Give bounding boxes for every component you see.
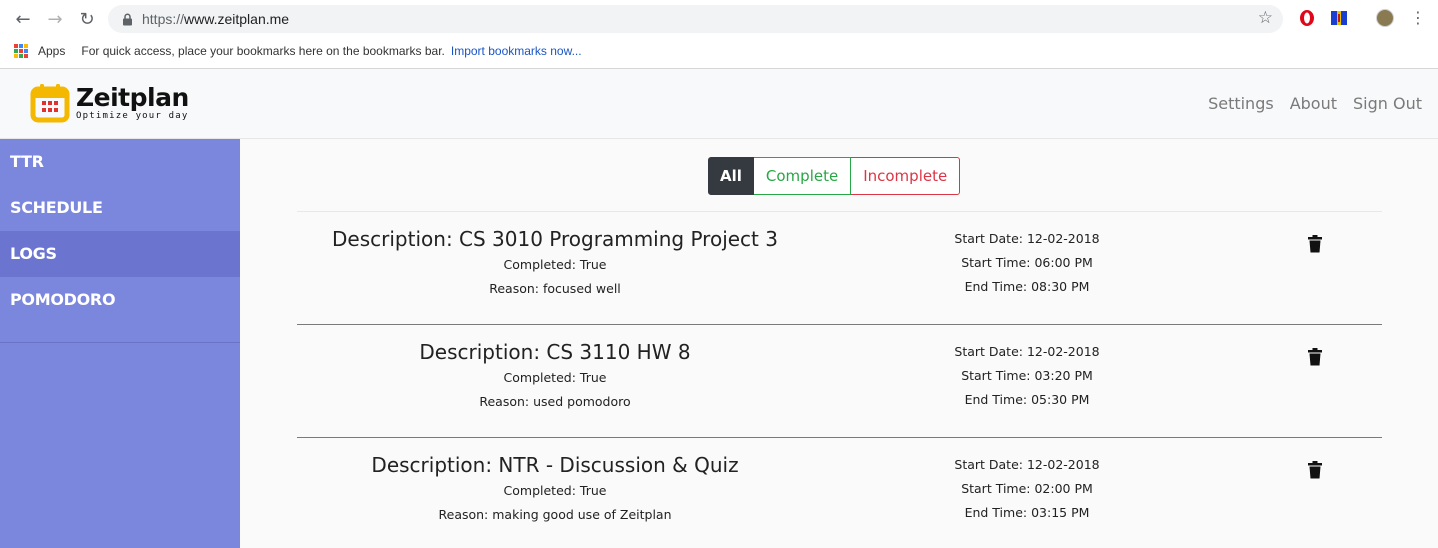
log-divider xyxy=(297,324,1382,325)
bookmark-star-icon[interactable]: ☆ xyxy=(1258,8,1273,28)
sidebar-item-ttr[interactable]: TTR xyxy=(0,139,240,185)
log-times: Start Date: 12-02-2018 Start Time: 06:00… xyxy=(927,227,1127,299)
url-text: https://www.zeitplan.me xyxy=(142,11,289,27)
apps-link[interactable]: Apps xyxy=(38,44,65,58)
log-details: Description: CS 3110 HW 8 Completed: Tru… xyxy=(297,338,813,414)
brand-tagline: Optimize your day xyxy=(76,111,189,121)
filter-complete-button[interactable]: Complete xyxy=(753,157,852,195)
browser-chrome: ← → ↻ https://www.zeitplan.me ☆ ⋮ Apps F… xyxy=(0,0,1438,69)
log-description: Description: NTR - Discussion & Quiz xyxy=(371,453,739,477)
bookmarks-tip: For quick access, place your bookmarks h… xyxy=(81,44,445,58)
browser-nav-buttons: ← → ↻ xyxy=(10,8,100,30)
import-bookmarks-link[interactable]: Import bookmarks now... xyxy=(451,44,582,58)
top-nav: Settings About Sign Out xyxy=(1208,94,1422,113)
profile-avatar[interactable] xyxy=(1376,9,1394,27)
log-description: Description: CS 3010 Programming Project… xyxy=(332,227,778,251)
lock-icon xyxy=(120,12,134,26)
log-times: Start Date: 12-02-2018 Start Time: 03:20… xyxy=(927,340,1127,412)
main-content: All Complete Incomplete Description: CS … xyxy=(240,140,1438,548)
log-start-date: Start Date: 12-02-2018 xyxy=(954,231,1100,246)
log-details: Description: NTR - Discussion & Quiz Com… xyxy=(297,451,813,527)
log-end-time: End Time: 03:15 PM xyxy=(964,505,1090,520)
log-start-date: Start Date: 12-02-2018 xyxy=(954,344,1100,359)
trash-icon[interactable] xyxy=(1307,461,1323,479)
nav-settings-link[interactable]: Settings xyxy=(1208,94,1274,113)
sidebar-item-pomodoro[interactable]: POMODORO xyxy=(0,277,240,323)
log-start-time: Start Time: 03:20 PM xyxy=(961,368,1093,383)
log-start-time: Start Time: 02:00 PM xyxy=(961,481,1093,496)
sidebar-item-logs[interactable]: LOGS xyxy=(0,231,240,277)
extension-flag-icon[interactable] xyxy=(1330,9,1348,27)
log-times: Start Date: 12-02-2018 Start Time: 02:00… xyxy=(927,453,1127,525)
brand-text: Zeitplan Optimize your day xyxy=(76,83,189,122)
log-reason: Reason: making good use of Zeitplan xyxy=(438,507,672,522)
log-entry: Description: CS 3110 HW 8 Completed: Tru… xyxy=(297,324,1382,437)
brand-logo[interactable]: Zeitplan Optimize your day xyxy=(30,83,189,123)
log-filter-group: All Complete Incomplete xyxy=(708,157,961,195)
filter-all-button[interactable]: All xyxy=(708,157,754,195)
url-scheme: https:// xyxy=(142,11,185,27)
log-reason: Reason: focused well xyxy=(489,281,621,296)
log-details: Description: CS 3010 Programming Project… xyxy=(297,225,813,301)
url-host: www.zeitplan.me xyxy=(184,11,290,27)
log-reason: Reason: used pomodoro xyxy=(479,394,631,409)
forward-arrow-icon[interactable]: → xyxy=(42,8,68,30)
reload-icon[interactable]: ↻ xyxy=(74,8,100,30)
sidebar-item-schedule[interactable]: SCHEDULE xyxy=(0,185,240,231)
log-completed: Completed: True xyxy=(503,257,607,272)
log-start-date: Start Date: 12-02-2018 xyxy=(954,457,1100,472)
nav-about-link[interactable]: About xyxy=(1290,94,1337,113)
apps-grid-icon[interactable] xyxy=(14,44,28,58)
browser-menu-icon[interactable]: ⋮ xyxy=(1410,8,1426,27)
filter-incomplete-button[interactable]: Incomplete xyxy=(851,157,961,195)
log-divider xyxy=(297,211,1382,212)
trash-icon[interactable] xyxy=(1307,235,1323,253)
log-entry: Description: CS 3010 Programming Project… xyxy=(297,211,1382,324)
log-end-time: End Time: 08:30 PM xyxy=(964,279,1090,294)
nav-sign-out-link[interactable]: Sign Out xyxy=(1353,94,1422,113)
log-description: Description: CS 3110 HW 8 xyxy=(419,340,691,364)
back-arrow-icon[interactable]: ← xyxy=(10,8,36,30)
log-entry: Description: NTR - Discussion & Quiz Com… xyxy=(297,437,1382,548)
log-end-time: End Time: 05:30 PM xyxy=(964,392,1090,407)
brand-name: Zeitplan xyxy=(76,83,189,112)
log-divider xyxy=(297,437,1382,438)
trash-icon[interactable] xyxy=(1307,348,1323,366)
bookmarks-bar: Apps For quick access, place your bookma… xyxy=(0,40,1438,62)
app-navbar: Zeitplan Optimize your day Settings Abou… xyxy=(0,69,1438,139)
sidebar-divider xyxy=(0,342,240,343)
calendar-logo-icon xyxy=(30,83,70,123)
address-bar[interactable]: https://www.zeitplan.me ☆ xyxy=(108,5,1283,33)
log-completed: Completed: True xyxy=(503,370,607,385)
sidebar: TTR SCHEDULE LOGS POMODORO xyxy=(0,139,240,548)
log-completed: Completed: True xyxy=(503,483,607,498)
log-start-time: Start Time: 06:00 PM xyxy=(961,255,1093,270)
opera-extension-icon[interactable] xyxy=(1298,9,1316,27)
